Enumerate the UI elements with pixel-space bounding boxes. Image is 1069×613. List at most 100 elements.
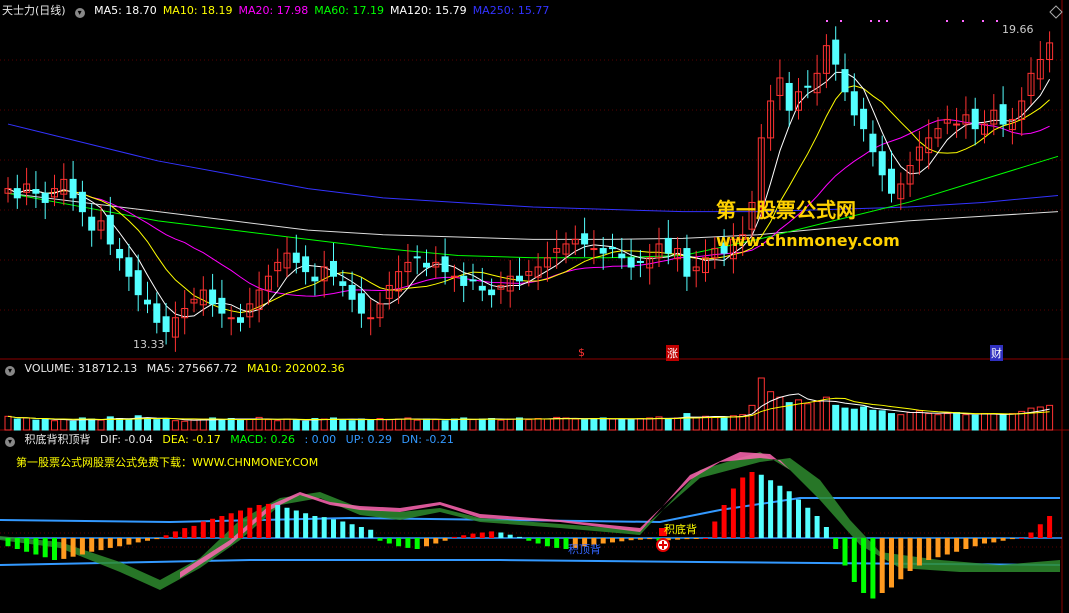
- macd-bar: [377, 538, 383, 541]
- zero-value: : 0.00: [304, 433, 337, 446]
- volume-bar: [599, 417, 607, 431]
- macd-bar: [331, 519, 336, 538]
- macd-bar: [814, 516, 820, 538]
- ma-label-0: MA5: 18.70: [94, 4, 157, 17]
- volume-bar: [367, 419, 375, 431]
- macd-bar: [963, 538, 969, 549]
- event-dot: [840, 20, 842, 22]
- macd-bar: [321, 517, 327, 538]
- candle-body: [869, 133, 877, 153]
- macd-bar: [1019, 538, 1025, 539]
- volume-bar: [274, 420, 282, 431]
- volume-bar: [144, 417, 151, 431]
- candle-body: [13, 188, 21, 199]
- macd-bar: [796, 499, 801, 538]
- volume-bar: [692, 417, 700, 431]
- chart-canvas[interactable]: [0, 0, 1069, 613]
- macd-bar: [982, 538, 987, 544]
- macd-bar: [275, 505, 281, 538]
- chevron-down-icon[interactable]: ▾: [74, 8, 85, 18]
- volume-bar: [776, 396, 784, 431]
- macd-bar: [749, 472, 755, 538]
- macd-bar: [451, 536, 457, 538]
- candle-body: [841, 69, 849, 93]
- volume-bar: [385, 419, 393, 431]
- volume-bar: [478, 418, 486, 431]
- candle-body: [339, 281, 347, 286]
- macd-bar: [535, 538, 541, 544]
- macd-bar: [805, 507, 811, 538]
- candle-body: [832, 39, 840, 65]
- volume-bar: [627, 419, 635, 431]
- high-price-label: 19.66: [1002, 23, 1034, 36]
- volume-bar: [534, 418, 542, 431]
- volume-bar: [571, 418, 579, 431]
- macd-bar: [52, 538, 57, 560]
- volume-bar: [116, 418, 124, 431]
- chevron-down-icon[interactable]: ▾: [5, 366, 15, 376]
- volume-bar: [878, 410, 886, 431]
- indicator-header: ▾ 积底背积顶背 DIF: -0.04 DEA: -0.17 MACD: 0.2…: [2, 432, 460, 448]
- chevron-down-icon[interactable]: ▾: [5, 437, 15, 447]
- candle-body: [116, 248, 124, 259]
- macd-bar: [145, 538, 150, 541]
- volume-bar: [683, 413, 691, 431]
- volume-ma5: MA5: 275667.72: [146, 362, 238, 375]
- macd-bar: [703, 538, 708, 539]
- macd-bar: [684, 538, 690, 540]
- macd-bar: [544, 538, 550, 547]
- volume-bar: [906, 411, 914, 431]
- volume-bar: [450, 418, 458, 431]
- volume-bar: [953, 411, 961, 431]
- macd-bar: [851, 538, 857, 582]
- macd-bar: [414, 538, 420, 549]
- macd-bar: [916, 538, 922, 566]
- volume-bar: [88, 418, 96, 431]
- candle-body: [488, 289, 496, 296]
- macd-bar: [926, 538, 932, 560]
- candle-body: [618, 253, 626, 259]
- macd-bar: [284, 507, 290, 538]
- volume-bar: [841, 407, 849, 431]
- volume-bar: [711, 416, 719, 431]
- candle-body: [888, 168, 895, 194]
- volume-bar: [125, 418, 133, 431]
- candle-body: [153, 303, 161, 323]
- event-dot: [870, 20, 872, 22]
- candle-body: [683, 248, 691, 277]
- macd-bar: [935, 538, 941, 558]
- candle-body: [218, 297, 226, 314]
- volume-bar: [822, 396, 830, 431]
- event-dot: [962, 20, 964, 22]
- candle-body: [478, 285, 486, 291]
- macd-bar: [163, 535, 169, 538]
- macd-bar: [154, 538, 160, 540]
- candle-body: [609, 247, 616, 250]
- candle-body: [999, 104, 1007, 125]
- indicator-title: 积底背积顶背: [24, 433, 91, 446]
- ma-label-1: MA10: 18.19: [162, 4, 233, 17]
- volume-bar: [97, 419, 105, 431]
- macd-bar: [117, 538, 123, 547]
- candle-body: [850, 91, 858, 116]
- volume-bar: [990, 413, 998, 431]
- macd-bar: [730, 488, 736, 538]
- macd-bar: [386, 538, 392, 544]
- volume-bar: [618, 418, 626, 431]
- macd-bar: [842, 538, 848, 566]
- volume-bar: [348, 420, 356, 431]
- macd-bar: [786, 491, 792, 538]
- candle-body: [106, 214, 114, 245]
- volume-bar: [543, 418, 551, 431]
- candle-body: [469, 279, 477, 282]
- volume-bar: [516, 417, 523, 431]
- marker-rise: 涨: [666, 345, 679, 361]
- macd-bar: [823, 527, 829, 538]
- volume-bar: [971, 414, 979, 431]
- volume-bar: [376, 418, 384, 431]
- candle-body: [162, 316, 170, 333]
- candle-body: [953, 123, 961, 126]
- macd-bar: [1037, 524, 1043, 538]
- macd-bar: [5, 538, 11, 547]
- event-dot: [878, 20, 880, 22]
